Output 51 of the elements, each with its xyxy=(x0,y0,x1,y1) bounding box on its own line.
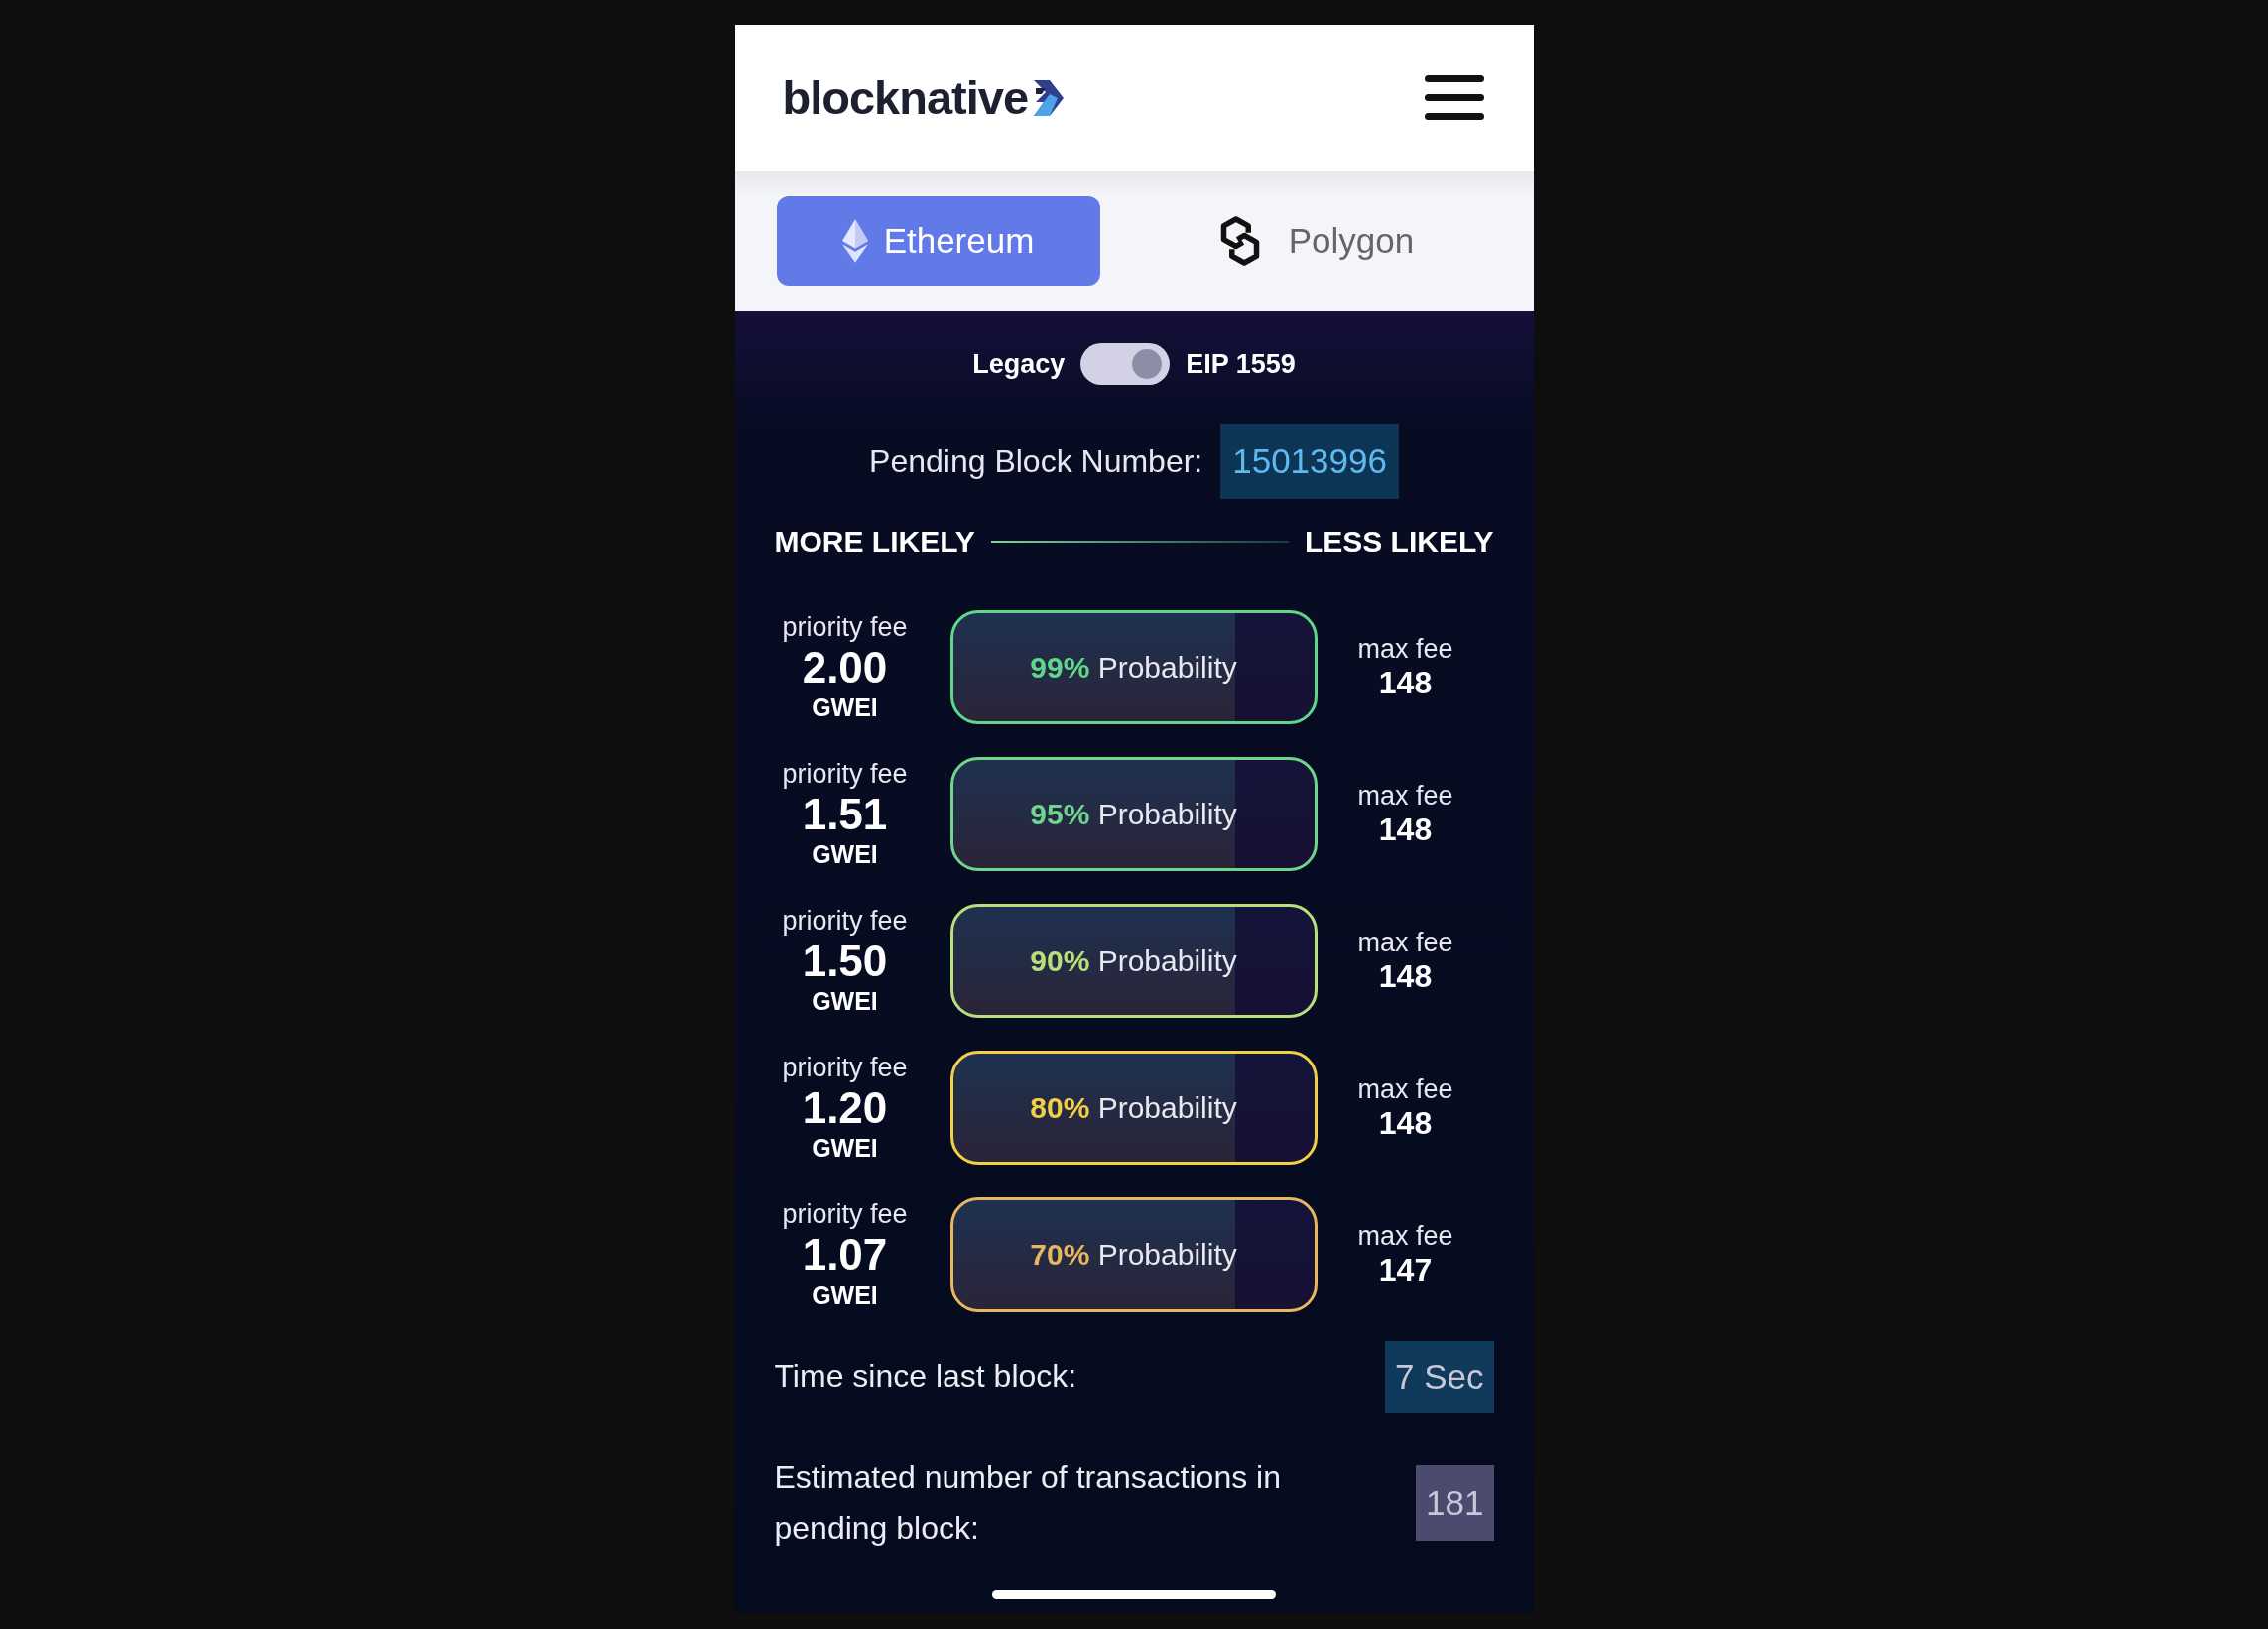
fee-unit: GWEI xyxy=(812,839,878,869)
probability-text: 90% Probability xyxy=(1030,943,1237,978)
logo-wordmark[interactable]: blocknative xyxy=(782,70,1029,125)
max-fee-value: 148 xyxy=(1378,811,1433,848)
stat-label: Time since last block: xyxy=(774,1357,1078,1397)
fee-type-switch[interactable] xyxy=(1080,343,1171,385)
priority-fee-label: priority fee xyxy=(782,1199,908,1231)
stat-value: 181 xyxy=(1416,1465,1494,1542)
max-fee-value: 147 xyxy=(1378,1251,1433,1289)
network-tab[interactable]: Polygon xyxy=(1129,195,1492,286)
ethereum-icon xyxy=(841,218,868,263)
legacy-label: Legacy xyxy=(972,348,1066,380)
max-fee-label: max fee xyxy=(1357,927,1453,958)
max-fee-value: 148 xyxy=(1378,1104,1433,1142)
probability-card[interactable]: 99% Probability xyxy=(949,610,1318,724)
probability-text: 80% Probability xyxy=(1030,1090,1237,1125)
probability-card[interactable]: 90% Probability xyxy=(949,904,1318,1018)
probability-card[interactable]: 95% Probability xyxy=(949,757,1318,871)
pending-block-number: 15013996 xyxy=(1220,424,1399,499)
more-likely-label: MORE LIKELY xyxy=(774,525,975,559)
max-fee-value: 148 xyxy=(1378,664,1433,701)
max-fee-label: max fee xyxy=(1357,780,1453,812)
priority-fee-value: 1.51 xyxy=(802,790,888,840)
priority-fee-value: 1.20 xyxy=(802,1083,888,1134)
probability-card[interactable]: 80% Probability xyxy=(949,1051,1318,1165)
less-likely-label: LESS LIKELY xyxy=(1304,525,1494,559)
probability-text: 99% Probability xyxy=(1030,650,1237,685)
priority-fee-value: 1.50 xyxy=(802,937,888,987)
fee-unit: GWEI xyxy=(812,1280,878,1310)
fee-unit: GWEI xyxy=(812,1133,878,1163)
priority-fee-label: priority fee xyxy=(782,1053,908,1084)
network-tab[interactable]: Ethereum xyxy=(776,195,1100,286)
pending-block-label: Pending Block Number: xyxy=(869,442,1203,480)
max-fee-label: max fee xyxy=(1357,1220,1453,1252)
probability-text: 95% Probability xyxy=(1030,797,1237,831)
fee-unit: GWEI xyxy=(812,986,878,1016)
max-fee-label: max fee xyxy=(1357,633,1453,665)
stat-value: 7 Sec xyxy=(1385,1341,1494,1413)
probability-card[interactable]: 70% Probability xyxy=(949,1197,1318,1312)
menu-icon[interactable] xyxy=(1424,72,1484,123)
stat-label: Estimated number of transactions in pending block: xyxy=(774,1458,1282,1549)
max-fee-value: 148 xyxy=(1378,957,1433,995)
priority-fee-label: priority fee xyxy=(782,612,908,644)
priority-fee-value: 2.00 xyxy=(802,643,888,693)
priority-fee-label: priority fee xyxy=(782,759,908,791)
max-fee-label: max fee xyxy=(1357,1073,1453,1105)
eip-1559-label: EIP 1559 xyxy=(1186,348,1296,380)
priority-fee-value: 1.07 xyxy=(802,1230,888,1281)
fee-unit: GWEI xyxy=(812,692,878,722)
priority-fee-label: priority fee xyxy=(782,906,908,938)
probability-text: 70% Probability xyxy=(1030,1237,1237,1272)
